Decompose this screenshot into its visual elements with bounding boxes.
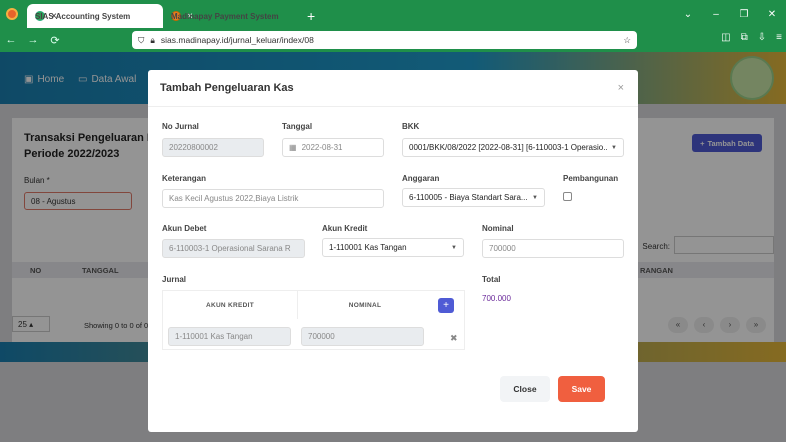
tanggal-label: Tanggal <box>282 122 313 131</box>
tab-label: SIAS Accounting System <box>35 11 131 21</box>
jurnal-row-nominal-value: 700000 <box>308 332 335 341</box>
browser-tab-bar: SIAS Accounting System × Madinapay Payme… <box>0 0 786 28</box>
add-jurnal-row-button[interactable]: + <box>438 298 454 313</box>
keterangan-value: Kas Kecil Agustus 2022,Biaya Listrik <box>169 194 299 203</box>
restore-icon[interactable]: ❐ <box>730 9 758 20</box>
no-jurnal-field: 20220800002 <box>162 138 264 157</box>
keterangan-label: Keterangan <box>162 174 207 183</box>
browser-toolbar-icons: ◫ ⧉ ⇩ ≡ <box>721 32 782 43</box>
pocket-icon[interactable]: ◫ <box>721 32 730 43</box>
new-tab-button[interactable]: + <box>299 4 323 28</box>
bkk-label: BKK <box>402 122 420 131</box>
bkk-select[interactable]: 0001/BKK/08/2022 [2022-08-31] [6-110003-… <box>402 138 624 157</box>
tab-sias-accounting[interactable]: SIAS Accounting System × <box>27 4 163 28</box>
anggaran-value: 6-110005 - Biaya Standart Sara... <box>409 193 528 202</box>
forward-icon[interactable]: → <box>22 34 44 46</box>
minimize-icon[interactable]: – <box>702 9 730 20</box>
chevron-down-icon: ▼ <box>611 144 617 151</box>
browser-nav-bar: ← → ⟳ ⛉ 🔒︎ sias.madinapay.id/jurnal_kelu… <box>0 28 786 52</box>
shield-icon: ⛉ <box>138 34 145 45</box>
address-bar[interactable]: ⛉ 🔒︎ sias.madinapay.id/jurnal_keluar/ind… <box>132 31 637 49</box>
keterangan-field[interactable]: Kas Kecil Agustus 2022,Biaya Listrik <box>162 189 384 208</box>
save-button[interactable]: Save <box>558 376 605 402</box>
window-close-icon[interactable]: ✕ <box>758 9 786 20</box>
calendar-icon: ▦ <box>289 143 297 152</box>
nominal-field[interactable]: 700000 <box>482 239 624 258</box>
pembangunan-label: Pembangunan <box>563 174 619 183</box>
bookmark-star-icon[interactable]: ☆ <box>623 35 631 46</box>
menu-icon[interactable]: ≡ <box>776 32 782 43</box>
lock-icon: 🔒︎ <box>150 34 155 45</box>
total-value: 700.000 <box>482 294 511 303</box>
extensions-icon[interactable]: ⧉ <box>741 32 748 43</box>
reload-icon[interactable]: ⟳ <box>44 34 66 47</box>
delete-row-icon[interactable]: ✖ <box>450 333 458 344</box>
close-button[interactable]: Close <box>500 376 550 402</box>
jurnal-table: AKUN KREDIT NOMINAL + 1-110001 Kas Tanga… <box>162 290 465 350</box>
akun-kredit-label: Akun Kredit <box>322 224 368 233</box>
modal-divider <box>148 106 638 107</box>
akun-debet-field: 6-110003-1 Operasional Sarana R <box>162 239 305 258</box>
bkk-value: 0001/BKK/08/2022 [2022-08-31] [6-110003-… <box>409 143 608 152</box>
tambah-pengeluaran-modal: Tambah Pengeluaran Kas × No Jurnal 20220… <box>148 70 638 432</box>
akun-debet-value: 6-110003-1 Operasional Sarana R <box>169 244 291 253</box>
akun-kredit-select[interactable]: 1-110001 Kas Tangan ▼ <box>322 238 464 257</box>
jurnal-row-akun-kredit-value: 1-110001 Kas Tangan <box>175 332 253 341</box>
jurnal-col-nominal: NOMINAL <box>348 301 382 309</box>
nominal-placeholder: 700000 <box>489 244 516 253</box>
downloads-icon[interactable]: ⇩ <box>758 32 766 43</box>
jurnal-row-akun-kredit: 1-110001 Kas Tangan <box>168 327 291 346</box>
tab-madinapay[interactable]: Madinapay Payment System × <box>163 4 299 28</box>
pembangunan-checkbox[interactable] <box>563 192 572 201</box>
tab-list-dropdown-icon[interactable]: ⌄ <box>674 9 702 20</box>
modal-title: Tambah Pengeluaran Kas <box>160 82 294 94</box>
nominal-label: Nominal <box>482 224 514 233</box>
back-icon[interactable]: ← <box>0 34 22 46</box>
total-label: Total <box>482 275 501 284</box>
jurnal-label: Jurnal <box>162 275 187 284</box>
chevron-down-icon: ▼ <box>451 244 457 251</box>
akun-debet-label: Akun Debet <box>162 224 207 233</box>
tanggal-value: 2022-08-31 <box>301 143 343 152</box>
window-controls: ⌄ – ❐ ✕ <box>674 0 786 28</box>
anggaran-label: Anggaran <box>402 174 440 183</box>
jurnal-col-akun-kredit: AKUN KREDIT <box>205 301 255 309</box>
url-text: sias.madinapay.id/jurnal_keluar/index/08 <box>160 35 314 45</box>
chevron-down-icon: ▼ <box>532 194 538 201</box>
tanggal-field[interactable]: ▦ 2022-08-31 <box>282 138 384 157</box>
no-jurnal-value: 20220800002 <box>169 143 218 152</box>
tab-label: Madinapay Payment System <box>171 11 279 21</box>
akun-kredit-value: 1-110001 Kas Tangan <box>329 243 407 252</box>
no-jurnal-label: No Jurnal <box>162 122 199 131</box>
firefox-logo-icon <box>6 8 18 20</box>
anggaran-select[interactable]: 6-110005 - Biaya Standart Sara... ▼ <box>402 188 545 207</box>
jurnal-row-nominal: 700000 <box>301 327 424 346</box>
modal-close-icon[interactable]: × <box>618 82 624 94</box>
